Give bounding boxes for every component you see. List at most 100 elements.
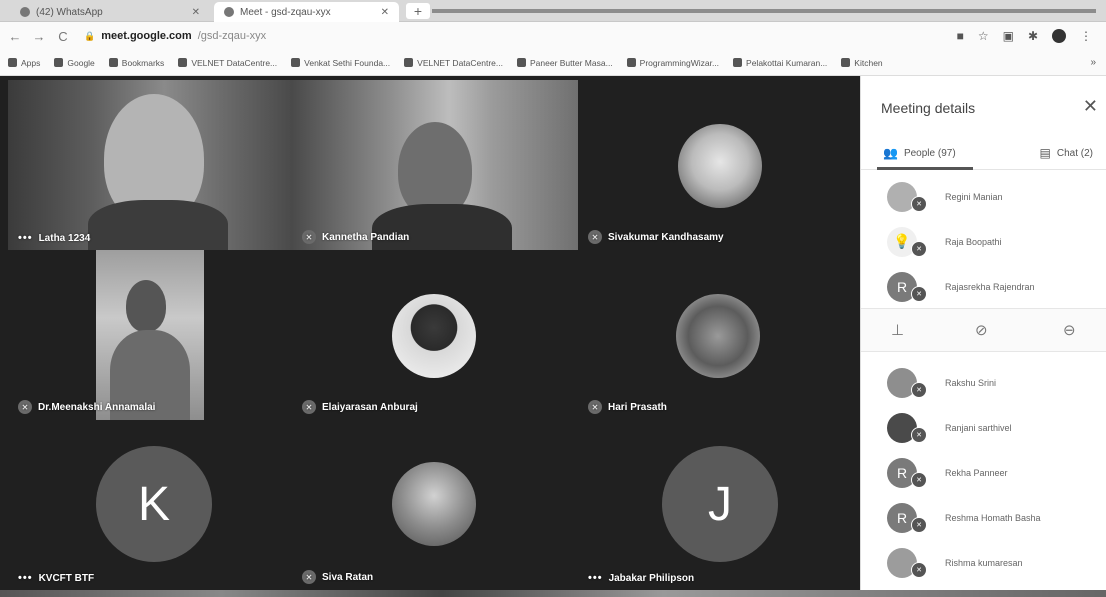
participant-tile[interactable]: ✕ Hari Prasath	[578, 250, 860, 420]
site-icon	[733, 58, 743, 67]
mic-off-icon: ✕	[911, 241, 927, 257]
participant-name: Rekha Panneer	[945, 467, 1008, 478]
list-item[interactable]: ✕ Ranjani sarthivel	[861, 405, 1106, 450]
participant-name: ✕ Hari Prasath	[588, 400, 667, 414]
participant-name: ✕ Sivakumar Kandhasamy	[588, 230, 724, 244]
pin-icon[interactable]: ⊥	[891, 321, 904, 339]
participant-tile[interactable]: ✕ Elaiyarasan Anburaj	[292, 250, 578, 420]
extension-icon[interactable]: ▣	[1003, 29, 1014, 43]
url-field[interactable]: 🔒 meet.google.com/gsd-zqau-xyx	[84, 30, 266, 42]
url-host: meet.google.com	[101, 30, 192, 42]
youtube-icon	[626, 58, 636, 67]
apps-icon	[8, 58, 17, 67]
participant-avatar	[678, 124, 762, 208]
reload-icon[interactable]: C	[54, 29, 72, 44]
tab-chat[interactable]: ▤ Chat (2)	[1040, 146, 1093, 160]
list-item[interactable]: R ✕ Rajasrekha Rajendran	[861, 264, 1106, 309]
mic-off-icon: ✕	[911, 382, 927, 398]
participant-name: Rishma kumaresan	[945, 557, 1023, 568]
url-path: /gsd-zqau-xyx	[197, 30, 267, 42]
participant-avatar: K	[96, 446, 212, 562]
participant-tile[interactable]: K ••• KVCFT BTF	[8, 420, 292, 590]
new-tab-button[interactable]: +	[406, 3, 430, 19]
tab-meet[interactable]: Meet - gsd-zqau-xyx ✕	[214, 2, 399, 22]
whatsapp-icon	[20, 7, 30, 17]
participant-name: ✕ Dr.Meenakshi Annamalai	[18, 400, 155, 414]
participant-avatar	[392, 462, 476, 546]
participant-tile[interactable]: ✕ Dr.Meenakshi Annamalai	[8, 250, 292, 420]
tab-strip-divider	[432, 9, 1096, 13]
participant-name: ✕ Siva Ratan	[302, 570, 373, 584]
remove-icon[interactable]: ⊖	[1063, 321, 1076, 339]
tab-people[interactable]: 👥 People (97)	[883, 146, 956, 160]
profile-avatar[interactable]	[1052, 29, 1066, 43]
more-bookmarks-icon[interactable]: »	[1090, 57, 1096, 68]
bookmark-apps[interactable]: Apps	[8, 58, 40, 68]
meeting-details-panel: Meeting details ✕ 👥 People (97) ▤ Chat (…	[860, 76, 1106, 590]
list-item[interactable]: R ✕ Rekha Panneer	[861, 450, 1106, 495]
close-icon[interactable]: ✕	[381, 7, 389, 18]
list-item[interactable]: ✕ Regini Manian	[861, 174, 1106, 219]
bookmark-venkat[interactable]: Venkat Sethi Founda...	[291, 58, 390, 68]
participant-avatar: J	[662, 446, 778, 562]
back-icon[interactable]: ←	[6, 29, 24, 44]
list-item[interactable]: ✕ Rakshu Srini	[861, 360, 1106, 405]
active-tab-indicator	[877, 167, 973, 170]
participant-tile[interactable]: ✕ Sivakumar Kandhasamy	[578, 80, 860, 250]
bookmarks-bar: Apps Google Bookmarks VELNET DataCentre.…	[0, 50, 1106, 76]
participant-tile[interactable]: ✕ Siva Ratan	[292, 420, 578, 590]
star-icon[interactable]: ☆	[978, 29, 989, 43]
mic-off-icon: ✕	[588, 230, 602, 244]
bookmark-bookmarks[interactable]: Bookmarks	[108, 58, 164, 68]
more-options-icon[interactable]: •••	[588, 572, 603, 584]
tab-label: Meet - gsd-zqau-xyx	[240, 6, 331, 18]
participant-name: Rakshu Srini	[945, 377, 997, 388]
participant-tile[interactable]: J ••• Jabakar Philipson	[578, 420, 860, 590]
bookmark-kitchen[interactable]: Kitchen	[841, 58, 883, 68]
bookmark-paneer[interactable]: Paneer Butter Masa...	[516, 58, 613, 68]
list-item[interactable]: 💡 ✕ Raja Boopathi	[861, 219, 1106, 264]
site-icon	[841, 58, 851, 67]
google-icon	[54, 58, 64, 67]
list-item[interactable]: ✕ Rishma kumaresan	[861, 540, 1106, 585]
participant-name: ✕ Kannetha Pandian	[302, 230, 409, 244]
close-icon[interactable]: ✕	[192, 7, 200, 18]
menu-icon[interactable]: ⋮	[1080, 29, 1092, 43]
tab-whatsapp[interactable]: (42) WhatsApp ✕	[10, 2, 210, 22]
puzzle-icon[interactable]: ✱	[1028, 29, 1038, 43]
panel-tabs: 👥 People (97) ▤ Chat (2)	[861, 138, 1106, 170]
bookmark-pelakottai[interactable]: Pelakottai Kumaran...	[733, 58, 827, 68]
participant-list: ✕ Rakshu Srini ✕ Ranjani sarthivel R ✕ R…	[861, 360, 1106, 585]
chat-icon: ▤	[1039, 146, 1051, 160]
list-item[interactable]: R ✕ Reshma Homath Basha	[861, 495, 1106, 540]
browser-tab-bar: (42) WhatsApp ✕ Meet - gsd-zqau-xyx ✕ +	[0, 0, 1106, 22]
mic-off-icon: ✕	[911, 286, 927, 302]
mic-off-icon: ✕	[911, 472, 927, 488]
participant-name: ••• Jabakar Philipson	[588, 572, 695, 584]
meet-icon	[224, 7, 234, 17]
youtube-icon	[404, 58, 414, 67]
bookmark-velnet-2[interactable]: VELNET DataCentre...	[404, 58, 503, 68]
close-icon[interactable]: ✕	[1083, 96, 1098, 117]
participant-name: ••• Latha 1234	[18, 232, 91, 244]
participant-tile[interactable]: ••• Latha 1234	[8, 80, 292, 250]
camera-icon[interactable]: ■	[957, 29, 964, 43]
address-actions: ■ ☆ ▣ ✱ ⋮	[957, 29, 1092, 43]
bookmark-google[interactable]: Google	[54, 58, 95, 68]
participant-avatar	[392, 294, 476, 378]
forward-icon[interactable]: →	[30, 29, 48, 44]
participant-name: Reshma Homath Basha	[945, 512, 1041, 523]
mute-icon[interactable]: ⊘	[975, 321, 988, 339]
more-options-icon[interactable]: •••	[18, 572, 33, 584]
participant-list: ✕ Regini Manian 💡 ✕ Raja Boopathi R ✕ Ra…	[861, 174, 1106, 309]
more-options-icon[interactable]: •••	[18, 232, 33, 244]
participant-name: ✕ Elaiyarasan Anburaj	[302, 400, 418, 414]
bookmark-programming[interactable]: ProgrammingWizar...	[626, 58, 719, 68]
star-icon	[108, 58, 118, 67]
bookmark-velnet-1[interactable]: VELNET DataCentre...	[178, 58, 277, 68]
participant-tile[interactable]: ✕ Kannetha Pandian	[292, 80, 578, 250]
tab-label: (42) WhatsApp	[36, 6, 103, 18]
video-face	[126, 280, 166, 332]
mic-off-icon: ✕	[911, 196, 927, 212]
mic-off-icon: ✕	[18, 400, 32, 414]
